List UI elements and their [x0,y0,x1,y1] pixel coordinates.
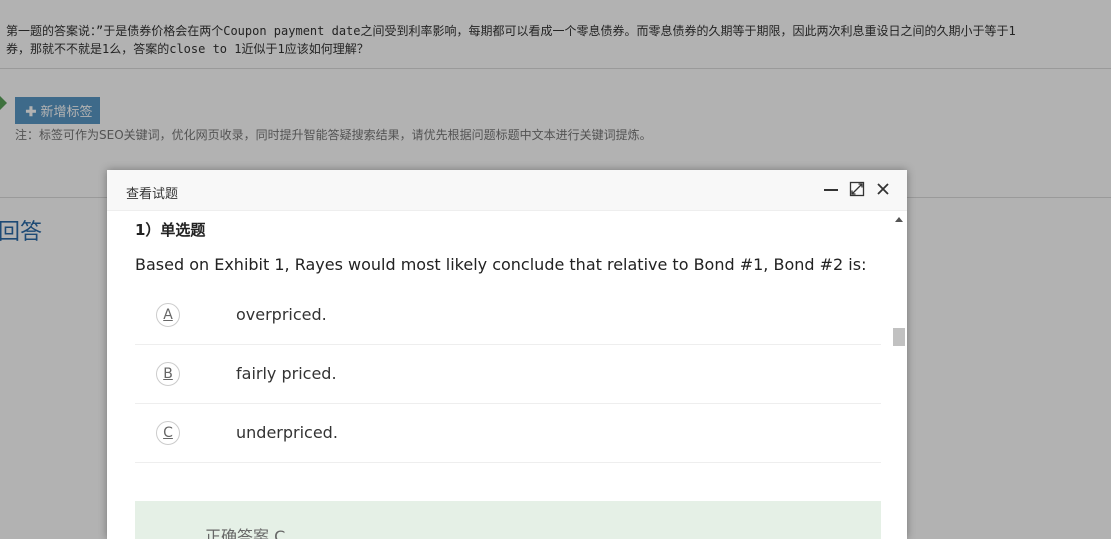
scroll-up-arrow-icon[interactable] [895,217,903,222]
scrollbar[interactable] [892,211,905,539]
option-a[interactable]: A overpriced. [135,287,881,345]
option-b[interactable]: B fairly priced. [135,346,881,404]
correct-answer-box: 正确答案 C [135,501,881,539]
option-text: overpriced. [236,305,327,324]
scroll-thumb[interactable] [893,328,905,346]
option-text: fairly priced. [236,364,337,383]
modal-body: 1）单选题 Based on Exhibit 1, Rayes would mo… [107,211,907,539]
option-c[interactable]: C underpriced. [135,405,881,463]
option-letter: B [156,362,180,386]
close-icon[interactable] [875,181,891,197]
option-letter: A [156,303,180,327]
modal-title: 查看试题 [126,187,179,202]
maximize-icon[interactable] [849,181,865,197]
modal-header: 查看试题 [107,170,907,211]
question-stem: Based on Exhibit 1, Rayes would most lik… [135,255,867,274]
correct-answer: 正确答案 C [205,527,286,539]
option-text: underpriced. [236,423,338,442]
question-number: 1）单选题 [135,221,206,239]
question-modal: 查看试题 1）单选题 Based on Exhibit 1, Rayes wou… [107,170,907,539]
option-letter: C [156,421,180,445]
minimize-icon[interactable] [823,181,839,197]
